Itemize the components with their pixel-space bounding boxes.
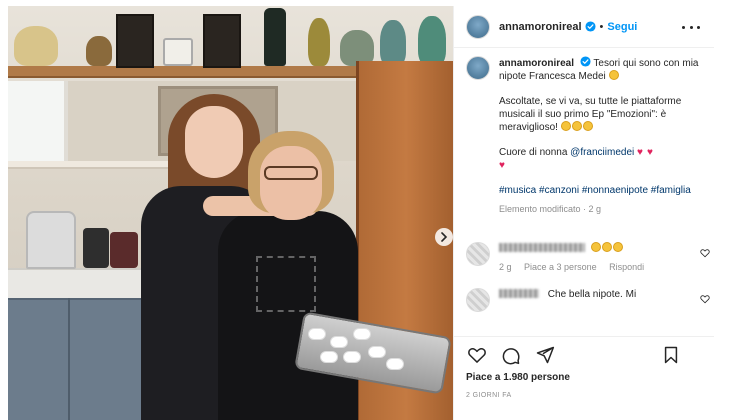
commenter-avatar[interactable]	[466, 242, 490, 266]
like-button[interactable]	[466, 344, 488, 366]
bookmark-icon	[664, 346, 678, 364]
heart-icon	[468, 347, 486, 363]
header-separator: •	[599, 20, 604, 33]
commenter-avatar[interactable]	[466, 288, 490, 312]
heart-eyes-emoji-icon	[571, 121, 582, 131]
comment-like-heart-icon[interactable]	[700, 294, 710, 304]
red-heart-emoji-icon: ♥	[499, 160, 505, 171]
photo-person-woman-face	[260, 146, 322, 220]
verified-badge-icon	[584, 21, 596, 32]
emoji-icon	[591, 242, 601, 252]
photo-vase	[14, 26, 58, 66]
photo-bottle	[264, 8, 286, 66]
comment-reply-button[interactable]: Rispondi	[609, 262, 644, 272]
commenter-username-blurred[interactable]	[499, 243, 585, 252]
author-username[interactable]: annamoronireal	[499, 21, 582, 33]
emoji-icon	[602, 242, 612, 252]
photo-candy	[368, 346, 386, 358]
share-icon	[536, 346, 555, 363]
commenter-username-blurred[interactable]	[499, 289, 539, 298]
red-heart-emoji-icon: ♥	[647, 147, 653, 158]
caption-body: annamoronireal Tesori qui sono con mia n…	[499, 56, 711, 228]
chevron-right-icon	[441, 232, 448, 242]
photo-candy	[320, 351, 338, 363]
verified-badge-icon	[580, 56, 591, 67]
heart-eyes-emoji-icon	[560, 121, 571, 131]
photo-person-girl-face	[185, 106, 243, 178]
post-header: annamoronireal • Segui	[454, 6, 714, 48]
caption-hashtags[interactable]: #musica #canzoni #nonnaenipote #famiglia	[499, 184, 711, 197]
photo-candy	[343, 351, 361, 363]
photo-window	[8, 81, 68, 161]
comment-text: Che bella nipote. Mi	[547, 289, 637, 300]
caption-meta: Elemento modificato · 2 g	[499, 204, 602, 214]
comment-time: 2 g	[499, 262, 512, 272]
comment-item: 2 g Piace a 3 persone Rispondi	[466, 242, 714, 274]
comment-button[interactable]	[500, 344, 522, 366]
comment-like-heart-icon[interactable]	[700, 248, 710, 258]
author-avatar[interactable]	[466, 14, 490, 39]
comment-body: Che bella nipote. Mi	[499, 288, 689, 301]
photo-vase	[86, 36, 112, 66]
instagram-post-view: annamoronireal • Segui annamoronireal Te…	[0, 0, 740, 420]
caption-username[interactable]: annamoronireal	[499, 58, 574, 69]
post-actions-bar	[454, 336, 714, 372]
save-button[interactable]	[660, 344, 682, 366]
photo-shelf	[8, 66, 358, 78]
photo-candy	[330, 336, 348, 348]
photo-candy	[353, 328, 371, 340]
likes-count[interactable]: Piace a 1.980 persone	[466, 372, 570, 383]
caption-mention-link[interactable]: @franciimedei	[570, 147, 634, 158]
photo-vase	[380, 20, 406, 66]
heart-eyes-emoji-icon	[608, 70, 619, 80]
share-button[interactable]	[534, 344, 556, 366]
comments-scroll-area[interactable]: annamoronireal Tesori qui sono con mia n…	[454, 56, 714, 334]
photo-appliance	[110, 232, 138, 268]
photo-candy	[308, 328, 326, 340]
photo-cupboard-line	[68, 298, 70, 420]
red-heart-emoji-icon: ♥	[637, 147, 643, 158]
photo-vase	[418, 16, 446, 66]
comment-meta: 2 g Piace a 3 persone Rispondi	[499, 261, 689, 274]
post-date[interactable]: 2 GIORNI FA	[466, 392, 512, 399]
comment-icon	[502, 347, 520, 364]
caption-author-avatar[interactable]	[466, 56, 490, 80]
comment-likes[interactable]: Piace a 3 persone	[524, 262, 597, 272]
carousel-next-button[interactable]	[435, 228, 453, 246]
photo-appliance	[26, 211, 76, 269]
follow-button[interactable]: Segui	[607, 21, 637, 33]
photo-glasses	[264, 166, 318, 180]
photo-candy	[386, 358, 404, 370]
photo-speaker	[116, 14, 154, 68]
photo-person-woman-body	[218, 211, 358, 420]
comment-body: 2 g Piace a 3 persone Rispondi	[499, 242, 689, 274]
heart-eyes-emoji-icon	[582, 121, 593, 131]
post-photo[interactable]	[8, 6, 453, 420]
caption: annamoronireal Tesori qui sono con mia n…	[466, 56, 714, 228]
photo-frame	[163, 38, 193, 66]
photo-shirt-print	[256, 256, 316, 312]
photo-speaker	[203, 14, 241, 68]
emoji-icon	[613, 242, 623, 252]
comment-item: Che bella nipote. Mi	[466, 288, 714, 312]
post-side-panel: annamoronireal • Segui annamoronireal Te…	[453, 6, 740, 420]
caption-line-3: Cuore di nonna	[499, 147, 568, 158]
photo-appliance	[83, 228, 109, 268]
photo-vase	[308, 18, 330, 66]
photo-shelf-mid	[8, 161, 178, 169]
more-options-icon[interactable]	[682, 19, 700, 35]
